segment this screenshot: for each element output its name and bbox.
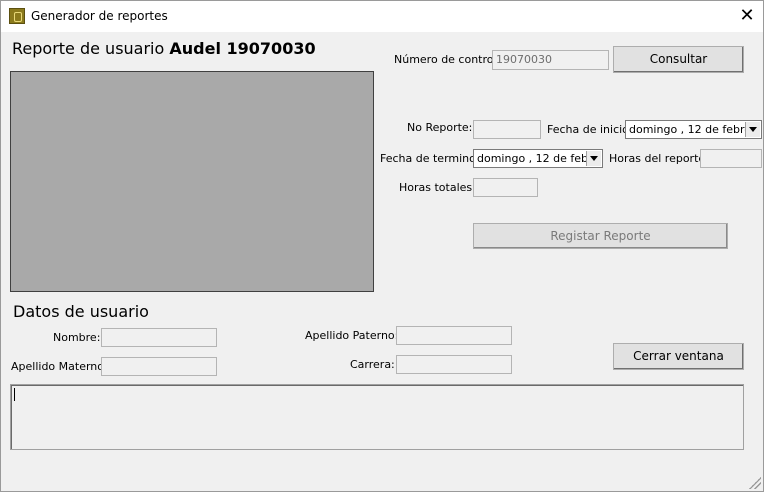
name-input[interactable] bbox=[101, 328, 217, 347]
total-hours-label: Horas totales: bbox=[399, 181, 476, 194]
resize-grip-icon[interactable] bbox=[749, 477, 761, 489]
text-caret bbox=[14, 388, 15, 401]
title-bar[interactable]: Generador de reportes ✕ bbox=[1, 1, 763, 32]
app-icon bbox=[9, 8, 25, 24]
name-label: Nombre: bbox=[53, 331, 101, 344]
user-data-heading: Datos de usuario bbox=[13, 302, 149, 321]
chevron-down-icon[interactable] bbox=[745, 122, 760, 137]
career-input[interactable] bbox=[396, 355, 512, 374]
report-number-label: No Reporte: bbox=[407, 121, 473, 134]
report-heading: Reporte de usuario Audel 19070030 bbox=[12, 39, 316, 58]
start-date-label: Fecha de inicio: bbox=[547, 123, 633, 136]
close-window-button[interactable]: Cerrar ventana bbox=[613, 343, 744, 370]
window-title: Generador de reportes bbox=[31, 9, 168, 23]
end-date-picker[interactable]: domingo , 12 de febr bbox=[473, 149, 603, 168]
report-number-input[interactable] bbox=[473, 120, 541, 139]
end-date-label: Fecha de termino: bbox=[380, 152, 480, 165]
mother-surname-input[interactable] bbox=[101, 357, 217, 376]
father-surname-input[interactable] bbox=[396, 326, 512, 345]
father-surname-label: Apellido Paterno: bbox=[305, 329, 399, 342]
start-date-value: domingo , 12 de febrer bbox=[629, 123, 756, 136]
report-hours-input[interactable] bbox=[700, 149, 762, 168]
start-date-picker[interactable]: domingo , 12 de febrer bbox=[625, 120, 762, 139]
end-date-value: domingo , 12 de febr bbox=[477, 152, 593, 165]
total-hours-input[interactable] bbox=[473, 178, 538, 197]
log-textarea[interactable] bbox=[10, 384, 744, 450]
report-heading-prefix: Reporte de usuario bbox=[12, 39, 165, 58]
close-icon[interactable]: ✕ bbox=[731, 1, 763, 32]
consult-button[interactable]: Consultar bbox=[613, 46, 744, 73]
chevron-down-icon[interactable] bbox=[586, 151, 601, 166]
report-hours-label: Horas del reporte: bbox=[609, 152, 709, 165]
career-label: Carrera: bbox=[350, 358, 395, 371]
control-number-input[interactable]: 19070030 bbox=[492, 50, 609, 70]
user-photo bbox=[10, 71, 374, 292]
report-heading-user: Audel 19070030 bbox=[169, 39, 316, 58]
control-number-label: Número de control: bbox=[394, 53, 501, 66]
register-report-button[interactable]: Registar Reporte bbox=[473, 223, 728, 249]
mother-surname-label: Apellido Materno: bbox=[11, 360, 108, 373]
main-window: Generador de reportes ✕ Reporte de usuar… bbox=[0, 0, 764, 492]
